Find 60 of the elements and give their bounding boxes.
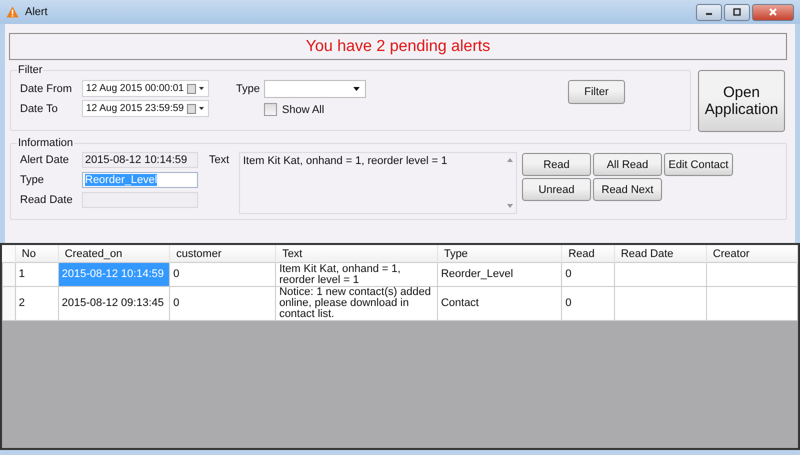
field-label: Date To <box>20 102 59 114</box>
calendar-dropdown-icon[interactable] <box>187 84 205 94</box>
open-application-button[interactable]: Open Application <box>698 70 785 132</box>
date-picker[interactable]: 12 Aug 2015 23:59:59 <box>82 100 209 117</box>
type-dropdown[interactable] <box>264 80 366 98</box>
banner-text: You have 2 pending alerts <box>306 38 490 56</box>
column-header[interactable]: Creator <box>706 245 798 262</box>
text-field[interactable]: 2015-08-12 10:14:59 <box>82 152 198 168</box>
filter-button[interactable]: Filter <box>568 80 625 104</box>
table-cell: 2 <box>15 286 58 320</box>
minimize-button[interactable] <box>696 4 722 20</box>
date-picker[interactable]: 12 Aug 2015 00:00:01 <box>82 80 209 97</box>
table-cell: 1 <box>15 262 58 286</box>
warning-icon <box>6 6 19 18</box>
scroll-up-icon[interactable] <box>506 158 512 162</box>
field-label: Text <box>209 154 230 166</box>
close-button[interactable] <box>752 4 794 20</box>
field-label: Type <box>20 174 45 186</box>
column-header[interactable]: No <box>15 245 58 262</box>
text-area[interactable]: Item Kit Kat, onhand = 1, reorder level = 1 <box>239 152 517 214</box>
close-icon <box>768 7 778 17</box>
table-cell: Reorder_Level <box>437 262 562 286</box>
table-cell: 0 <box>170 286 276 320</box>
row-header[interactable] <box>2 286 16 320</box>
field-label: Date From <box>20 82 73 94</box>
text-field[interactable] <box>82 192 198 208</box>
action-button[interactable]: Unread <box>522 178 591 201</box>
table-cell: Contact <box>437 286 562 320</box>
calendar-dropdown-icon[interactable] <box>187 104 205 114</box>
action-button[interactable]: All Read <box>593 153 662 176</box>
maximize-icon <box>732 7 742 17</box>
table-cell: Notice: 1 new contact(s) added online, please download in contact list. <box>276 286 438 320</box>
checkbox-label: Show All <box>282 104 324 116</box>
action-button[interactable]: Read Next <box>593 178 662 201</box>
dropdown-arrow-icon <box>353 87 360 91</box>
column-header[interactable]: Text <box>276 245 438 262</box>
column-header[interactable]: customer <box>170 245 276 262</box>
table-cell: 2015-08-12 10:14:59 <box>58 262 170 286</box>
column-header[interactable]: Created_on <box>58 245 170 262</box>
field-label: Type <box>236 83 261 95</box>
scroll-down-icon[interactable] <box>506 204 512 208</box>
table-cell: 0 <box>170 262 276 286</box>
maximize-button[interactable] <box>724 4 750 20</box>
window-title: Alert <box>25 6 48 18</box>
table-cell: 2015-08-12 09:13:45 <box>58 286 170 320</box>
group-title: Filter <box>17 64 44 76</box>
field-label: Read Date <box>20 194 74 206</box>
column-header[interactable]: Type <box>437 245 562 262</box>
table-cell: 0 <box>562 286 614 320</box>
action-button[interactable]: Read <box>522 153 591 176</box>
show-all-checkbox[interactable] <box>264 103 277 116</box>
table-cell: Item Kit Kat, onhand = 1, reorder level = 1 <box>276 262 438 286</box>
group-title: Information <box>17 137 74 149</box>
column-header[interactable]: Read <box>562 245 614 262</box>
column-header[interactable]: Read Date <box>614 245 706 262</box>
action-button[interactable]: Edit Contact <box>664 153 733 176</box>
field-value: 2015-08-12 10:14:59 <box>85 154 188 166</box>
row-header[interactable] <box>2 262 16 286</box>
field-label: Alert Date <box>20 154 70 166</box>
table-cell: 0 <box>562 262 614 286</box>
